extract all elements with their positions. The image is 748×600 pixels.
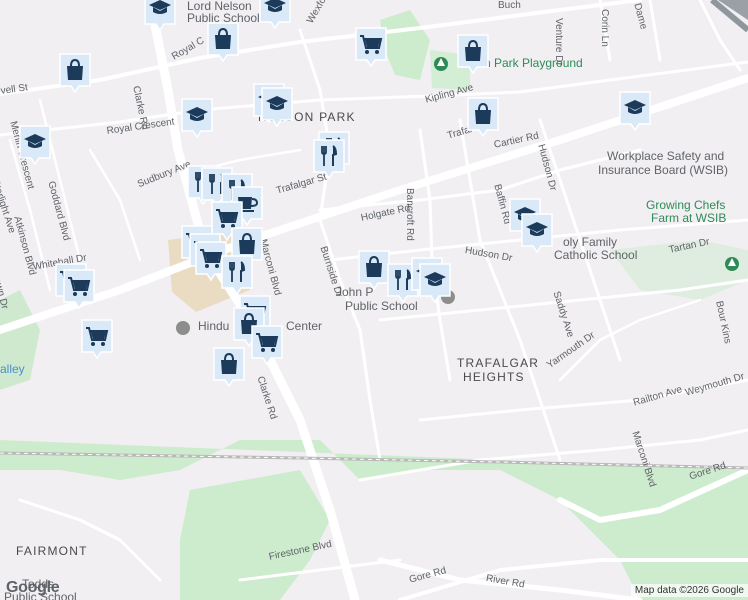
map-attribution: Map data ©2026 Google — [630, 584, 748, 597]
school-icon[interactable] — [520, 212, 554, 254]
water-label: alley — [0, 362, 25, 376]
restaurant-icon[interactable] — [220, 254, 254, 296]
school-icon[interactable] — [258, 0, 292, 30]
school-icon[interactable] — [618, 90, 652, 132]
poi-label: Catholic School — [554, 248, 638, 262]
shopping-cart-icon[interactable] — [80, 318, 114, 360]
street-label: Venture Dr — [553, 18, 564, 66]
area-label: TRAFALGAR — [457, 356, 540, 370]
street-label: Corin Ln — [599, 9, 610, 47]
area-label: HEIGHTS — [463, 370, 525, 384]
shopping-cart-icon[interactable] — [354, 26, 388, 68]
google-logo: Google — [6, 579, 60, 596]
shopping-cart-icon[interactable] — [62, 268, 96, 310]
area-label: FAIRMONT — [16, 544, 88, 558]
school-icon[interactable] — [180, 97, 214, 139]
shopping-bag-icon[interactable] — [206, 21, 240, 63]
school-icon[interactable] — [143, 0, 177, 32]
shopping-bag-icon[interactable] — [58, 52, 92, 94]
poi-label: n Park Playground — [484, 56, 583, 70]
school-icon[interactable] — [418, 262, 452, 304]
map-canvas[interactable]: NELSON PARK TRAFALGAR HEIGHTS FAIRMONT Lord … — [0, 0, 748, 600]
poi-label: Insurance Board (WSIB) — [598, 163, 729, 177]
shopping-cart-icon[interactable] — [250, 324, 284, 366]
restaurant-icon[interactable] — [312, 138, 346, 180]
shopping-bag-icon[interactable] — [212, 346, 246, 388]
shopping-bag-icon[interactable] — [466, 96, 500, 138]
poi-label: Farm at WSIB — [651, 211, 727, 225]
poi-label: Center — [286, 319, 323, 333]
poi-label: Hindu — [198, 319, 230, 333]
school-icon[interactable] — [18, 124, 52, 166]
street-label: Buch — [498, 0, 521, 11]
school-icon[interactable] — [260, 86, 294, 128]
shopping-bag-icon[interactable] — [456, 33, 490, 75]
poi-label: Workplace Safety and — [607, 149, 725, 163]
